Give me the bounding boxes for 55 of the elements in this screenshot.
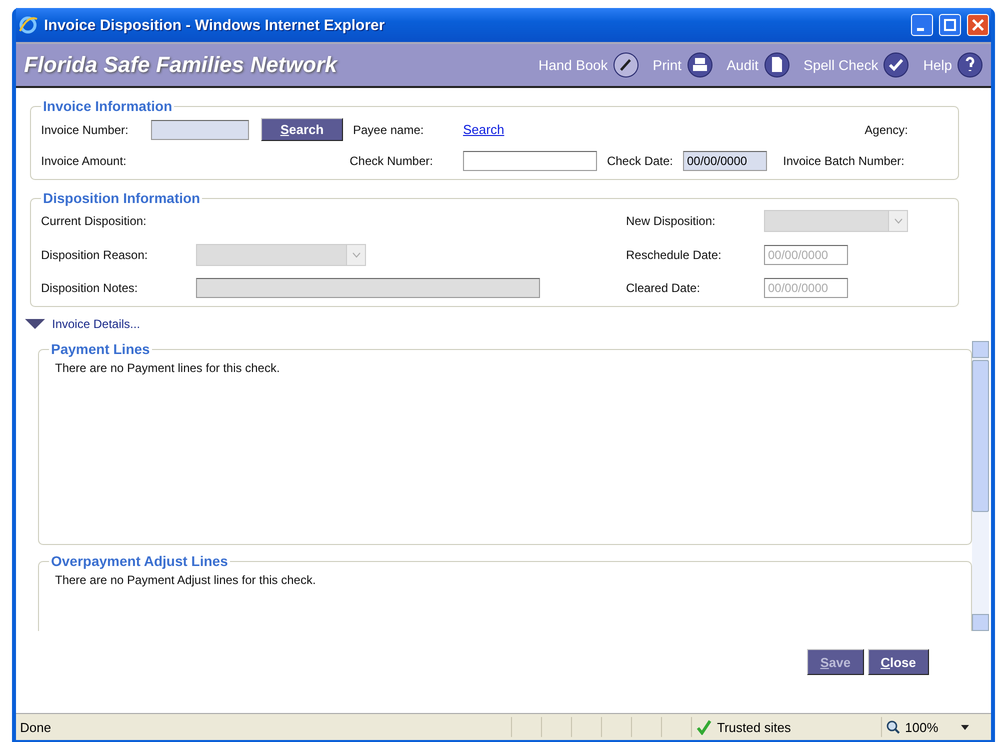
spellcheck-icon — [883, 52, 910, 78]
zoom-level[interactable]: 100% — [905, 720, 938, 734]
window-title: Invoice Disposition - Windows Internet Explorer — [44, 16, 386, 34]
field-label: Invoice Amount: — [41, 154, 128, 168]
toolbar-button[interactable]: Help — [923, 52, 983, 78]
check-number-field[interactable] — [463, 151, 597, 171]
toolbar-button[interactable]: Spell Check — [804, 52, 910, 78]
security-zone: Trusted sites — [717, 720, 791, 734]
field-label: Current Disposition: — [41, 214, 148, 228]
field-label: Invoice Batch Number: — [783, 154, 906, 168]
scrollbar[interactable] — [972, 341, 989, 631]
field-label: New Disposition: — [626, 214, 716, 228]
status-text: Done — [20, 720, 52, 734]
check-date-field[interactable]: 00/00/0000 — [683, 151, 767, 171]
app-title: Florida Safe Families Network — [24, 52, 339, 78]
search-button[interactable]: Search — [261, 118, 343, 141]
toolbar-button[interactable]: Print — [652, 52, 713, 78]
document-icon — [764, 52, 790, 78]
zoom-icon — [886, 720, 900, 734]
close-window-button[interactable] — [967, 14, 989, 36]
toolbar-button[interactable]: Hand Book — [538, 52, 639, 78]
invoice-details-toggle[interactable]: Invoice Details... — [24, 317, 959, 331]
field-label: Reschedule Date: — [626, 248, 722, 262]
checkmark-icon — [696, 719, 712, 735]
dropdown-arrow-icon[interactable] — [961, 724, 970, 730]
field-label: Check Date: — [606, 154, 673, 168]
browser-logo-icon — [18, 15, 38, 35]
section-title: Overpayment Adjust Lines — [50, 553, 229, 569]
invoice-number-field[interactable] — [151, 120, 249, 140]
printer-icon — [686, 52, 713, 78]
field-label: Disposition Notes: — [41, 281, 139, 295]
empty-message: There are no Payment Adjust lines for this check. — [54, 573, 316, 587]
field-label: Agency: — [864, 122, 908, 136]
field-label: Cleared Date: — [626, 281, 702, 295]
field-label: Payee name: — [353, 122, 425, 136]
chevron-icon — [894, 218, 902, 224]
payee-search-link[interactable]: Search — [463, 122, 504, 137]
section-title: Payment Lines — [50, 341, 151, 357]
chevron-icon — [352, 252, 360, 258]
help-icon — [957, 52, 983, 78]
field-label: Invoice Number: — [41, 122, 130, 136]
pen-icon — [612, 52, 639, 78]
close-icon — [972, 19, 984, 31]
form-button[interactable]: Close — [868, 649, 929, 675]
section-title: Invoice Information — [42, 98, 174, 114]
minimize-button[interactable] — [911, 14, 933, 36]
maximize-button[interactable] — [939, 14, 961, 36]
field-label: Disposition Reason: — [41, 248, 149, 262]
field-label: Check Number: — [350, 154, 433, 168]
triangle-icon — [24, 318, 46, 330]
toolbar-button[interactable]: Audit — [726, 52, 790, 78]
maximize-icon — [944, 19, 956, 31]
minimize-icon — [917, 28, 924, 30]
empty-message: There are no Payment lines for this check. — [54, 361, 280, 375]
section-title: Disposition Information — [42, 190, 202, 206]
